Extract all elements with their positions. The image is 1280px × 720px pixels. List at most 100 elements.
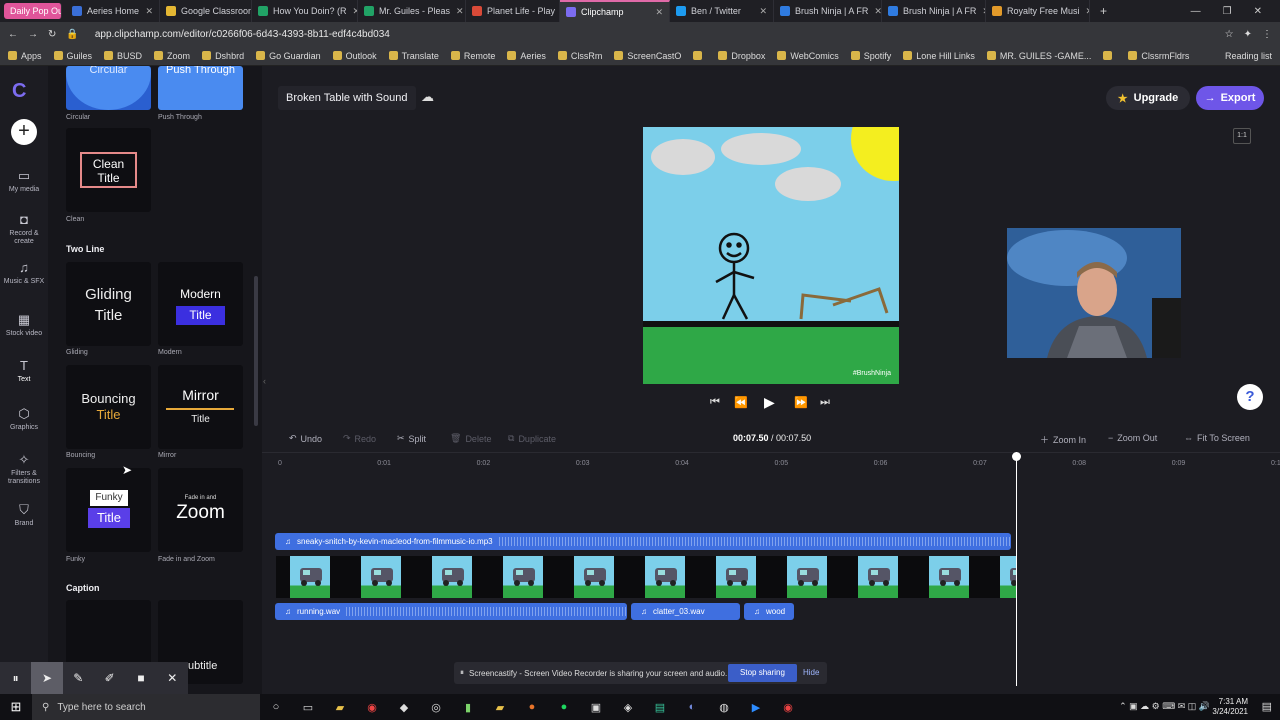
camera-toggle-button[interactable]: ■ — [125, 662, 156, 694]
app-icon[interactable]: ◍ — [708, 701, 740, 714]
app-icon[interactable]: ● — [516, 701, 548, 713]
reload-icon[interactable]: ↻ — [48, 29, 56, 40]
close-tab-icon[interactable]: ✕ — [1080, 6, 1089, 17]
bookmark-item[interactable]: Zoom — [154, 51, 190, 61]
file-explorer-icon[interactable]: ▰ — [324, 701, 356, 714]
app-icon[interactable]: ▤ — [644, 701, 676, 714]
playhead[interactable] — [1016, 452, 1017, 686]
split-button[interactable]: ✂ Split — [397, 433, 426, 444]
reading-list-button[interactable]: Reading list — [1225, 51, 1272, 61]
fast-forward-icon[interactable]: ⏩ — [794, 396, 808, 409]
add-media-button[interactable]: + — [11, 119, 37, 145]
close-tab-icon[interactable]: ✕ — [347, 6, 357, 17]
pause-recording-button[interactable]: ⏸ — [0, 662, 31, 694]
undo-button[interactable]: ↶ Undo — [289, 433, 322, 444]
system-tray-icons[interactable]: ⌃ ▣ ☁ ⚙ ⌨ ✉ ◫ 🔊 — [1119, 701, 1210, 712]
bookmark-item[interactable]: WebComics — [777, 51, 839, 61]
chrome-icon[interactable]: ◉ — [772, 701, 804, 714]
zoom-out-button[interactable]: − Zoom Out — [1108, 433, 1157, 443]
panel-scrollbar[interactable] — [254, 276, 258, 426]
app-icon[interactable]: ▰ — [484, 701, 516, 714]
bookmark-item[interactable]: Outlook — [332, 51, 377, 61]
template-funky[interactable]: Funky Title — [66, 468, 151, 552]
playhead-handle[interactable] — [1012, 452, 1021, 461]
redo-button[interactable]: ↷ Redo — [343, 433, 376, 444]
play-button[interactable]: ▶ — [764, 394, 775, 411]
fit-to-screen-button[interactable]: ⇔ Fit To Screen — [1184, 433, 1250, 443]
collapse-panel-icon[interactable]: ‹ — [263, 376, 266, 386]
template-push-through[interactable]: Push Through — [158, 66, 243, 110]
star-icon[interactable]: ☆ — [1225, 29, 1234, 40]
bookmark-item[interactable]: Translate — [388, 51, 439, 61]
close-tab-icon[interactable]: ✕ — [649, 7, 663, 18]
clipchamp-logo[interactable]: C — [12, 80, 26, 103]
cloud-sync-icon[interactable]: ☁ — [421, 89, 434, 105]
browser-tab[interactable]: Royalty Free Musi✕ — [986, 0, 1090, 22]
video-preview[interactable]: #BrushNinja — [643, 127, 899, 384]
template-circular[interactable]: Circular — [66, 66, 151, 110]
bookmark-item[interactable]: ClssRm — [557, 51, 602, 61]
app-icon[interactable]: ◆ — [388, 701, 420, 714]
bookmark-item[interactable]: Apps — [8, 51, 42, 61]
close-tab-icon[interactable]: ✕ — [450, 6, 464, 17]
help-button[interactable]: ? — [1237, 384, 1263, 410]
browser-tab[interactable]: Brush Ninja | A FR✕ — [882, 0, 986, 22]
browser-tab[interactable]: Brush Ninja | A FR✕ — [774, 0, 882, 22]
bookmark-item[interactable]: Dropbox — [718, 51, 765, 61]
windows-start-icon[interactable]: ⊞ — [0, 699, 32, 715]
browser-tab[interactable]: How You Doin? (R✕ — [252, 0, 358, 22]
browser-tab[interactable]: Ben / Twitter ✕ — [670, 0, 774, 22]
bookmark-item[interactable]: Lone Hill Links — [903, 51, 975, 61]
bookmark-item[interactable]: Remote — [450, 51, 495, 61]
upgrade-button[interactable]: ★ Upgrade — [1106, 86, 1190, 110]
cursor-tool-button[interactable]: ➤ — [31, 662, 63, 694]
new-tab-button[interactable]: + — [1090, 4, 1117, 18]
rail-item-music-sfx[interactable]: ♫ Music & SFX — [0, 260, 48, 286]
maximize-icon[interactable]: ❐ — [1223, 6, 1232, 17]
delete-button[interactable]: 🗑 Delete — [450, 433, 491, 444]
template-fade-zoom[interactable]: Fade in and Zoom — [158, 468, 243, 552]
rail-item-my-media[interactable]: ▭ My media — [0, 168, 48, 194]
template-bouncing[interactable]: Bouncing Title — [66, 365, 151, 449]
taskbar-search[interactable]: ⚲ Type here to search — [32, 694, 260, 720]
close-window-icon[interactable]: ✕ — [1254, 6, 1262, 17]
project-title[interactable]: Broken Table with Sound — [278, 86, 416, 110]
pen-tool-button[interactable]: ✎ — [63, 662, 94, 694]
close-toolbar-button[interactable]: ✕ — [157, 662, 188, 694]
cortana-icon[interactable]: ○ — [260, 701, 292, 713]
back-icon[interactable]: ← — [8, 29, 18, 40]
skip-end-icon[interactable]: ⏭ — [820, 396, 830, 409]
export-button[interactable]: → Export — [1196, 86, 1264, 110]
app-icon[interactable]: ▣ — [580, 701, 612, 714]
zoom-in-button[interactable]: ＋ Zoom In — [1040, 433, 1086, 446]
menu-icon[interactable]: ⋮ — [1262, 29, 1272, 40]
template-modern[interactable]: Modern Title — [158, 262, 243, 346]
discord-icon[interactable]: ◐ — [676, 701, 708, 713]
rail-item-graphics[interactable]: ⬡ Graphics — [0, 406, 48, 432]
extensions-icon[interactable]: ✦ — [1244, 29, 1252, 40]
aspect-ratio-button[interactable]: 1:1 — [1233, 128, 1251, 144]
zoom-icon[interactable]: ▶ — [740, 701, 772, 714]
bookmark-item[interactable] — [1103, 51, 1116, 60]
duplicate-button[interactable]: ⧉ Duplicate — [508, 433, 556, 444]
bookmark-item[interactable] — [693, 51, 706, 60]
close-tab-icon[interactable]: ✕ — [139, 6, 153, 17]
chrome-icon[interactable]: ◉ — [356, 701, 388, 714]
app-icon[interactable]: ◈ — [612, 701, 644, 714]
task-view-icon[interactable]: ▭ — [292, 701, 324, 714]
browser-tab[interactable]: Mr. Guiles - Pleas ✕ — [358, 0, 466, 22]
template-gliding[interactable]: Gliding Title — [66, 262, 151, 346]
bookmark-item[interactable]: Spotify — [850, 51, 891, 61]
hide-banner-button[interactable]: Hide — [803, 664, 819, 682]
notifications-icon[interactable]: ▤ — [1262, 700, 1272, 713]
minimize-icon[interactable]: — — [1191, 6, 1201, 17]
skip-start-icon[interactable]: ⏮ — [710, 396, 720, 409]
app-icon[interactable]: ▮ — [452, 701, 484, 714]
browser-tab[interactable]: Clipchamp ✕ — [560, 0, 670, 22]
sfx-clip-wood[interactable]: ♫ wood — [744, 603, 794, 620]
bookmark-item[interactable]: ScreenCastO — [614, 51, 681, 61]
browser-tab[interactable]: Aeries Home ✕ — [66, 0, 160, 22]
timeline-ruler[interactable]: 0 0:01 0:02 0:03 0:04 0:05 0:06 0:07 0:08 0:09 0:1 — [262, 452, 1280, 472]
bookmark-item[interactable]: Aeries — [507, 51, 546, 61]
template-clean[interactable]: Clean Title — [66, 128, 151, 212]
